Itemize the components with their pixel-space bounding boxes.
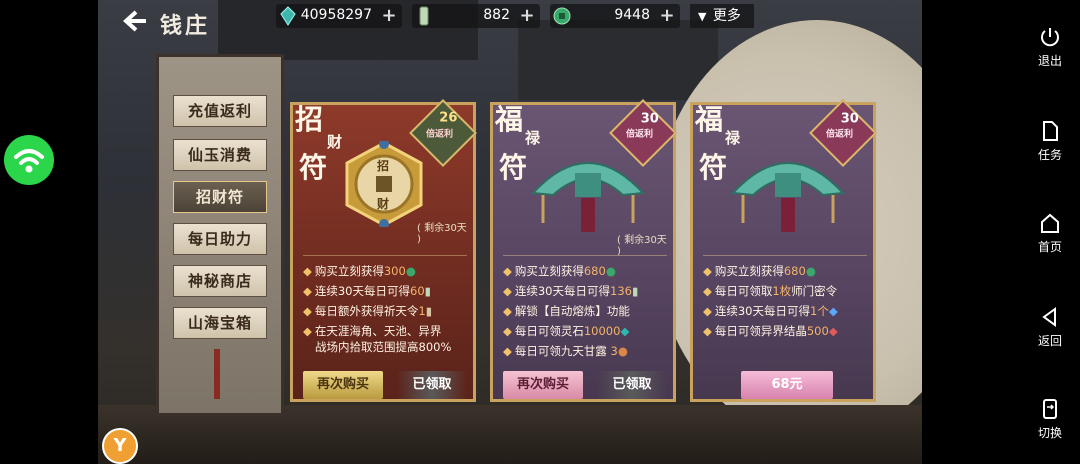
feature-line: ◆ 每日额外获得祈天令1▮	[303, 304, 433, 318]
remaining-days: ( 剩余30天 )	[617, 235, 667, 257]
resource-scroll-value: 882	[483, 7, 510, 23]
exit-label: 退出	[1037, 54, 1062, 68]
badge-multiplier: 30	[640, 111, 659, 127]
jade-pendant-icon	[723, 143, 853, 233]
coin-char-2: 财	[377, 197, 390, 211]
task-label: 任务	[1037, 148, 1062, 162]
feature-line: ◆ 每日可领取1枚师门密令	[703, 284, 838, 298]
claimed-button[interactable]: 已领取	[397, 371, 467, 399]
switch-icon	[1043, 399, 1057, 419]
home-icon	[1041, 213, 1059, 233]
page-title: 钱庄	[160, 13, 211, 39]
wifi-icon[interactable]	[4, 135, 54, 185]
dew-icon: ●	[617, 344, 628, 358]
return-label: 返回	[1037, 334, 1062, 348]
fortune-coin-icon: 招 财	[341, 139, 427, 229]
sidebar-item-jade-spend[interactable]: 仙玉消费	[173, 139, 267, 171]
resource-coin: 9448 +	[550, 4, 680, 28]
home-button[interactable]: 首页	[1030, 212, 1070, 255]
back-triangle-icon	[1042, 307, 1056, 327]
feature-line: ◆ 每日可领灵石10000◆	[503, 324, 630, 338]
rebuy-button[interactable]: 再次购买	[503, 371, 583, 399]
badge-label: 倍返利	[625, 129, 653, 140]
add-coin-button[interactable]: +	[658, 7, 676, 25]
card-title-char-1: 招	[295, 103, 324, 136]
home-label: 首页	[1037, 240, 1062, 254]
game-viewport: 钱庄 40958297 + 882 + 9448 + ▼ 更多 充值返利 仙玉消…	[98, 0, 922, 464]
badge-label: 倍返利	[425, 129, 453, 140]
coin-char-1: 招	[377, 159, 390, 173]
avatar[interactable]: Y	[102, 428, 138, 464]
feature-line: 战场内拾取范围提高800%	[315, 340, 452, 354]
feature-line: ◆ 购买立刻获得680●	[703, 264, 816, 278]
divider	[503, 255, 667, 256]
red-crystal-icon: ◆	[828, 324, 838, 338]
feature-line: ◆ 在天涯海角、天池、异界	[303, 324, 442, 338]
more-dropdown[interactable]: ▼ 更多	[690, 4, 754, 28]
jade-gem-icon	[280, 6, 296, 26]
rebuy-button[interactable]: 再次购买	[303, 371, 383, 399]
y-logo-icon: Y	[113, 435, 127, 456]
feature-line: ◆ 连续30天每日可得1个◆	[703, 304, 838, 318]
card-title-char-3: 符	[299, 151, 328, 184]
sidebar-panel: 充值返利 仙玉消费 招财符 每日助力 神秘商店 山海宝箱	[156, 54, 284, 416]
document-icon	[1043, 121, 1058, 141]
resource-coin-value: 9448	[614, 7, 650, 23]
scroll-token-icon	[419, 6, 429, 26]
card-title-char-1: 福	[495, 103, 524, 136]
claimed-button[interactable]: 已领取	[597, 371, 667, 399]
incense-icon: ▮	[425, 304, 433, 318]
sidebar-item-mystery-shop[interactable]: 神秘商店	[173, 265, 267, 297]
back-arrow-icon[interactable]	[122, 10, 148, 32]
more-label: 更多	[712, 8, 741, 24]
card-title-char-1: 福	[695, 103, 724, 136]
badge-multiplier: 26	[439, 110, 458, 126]
resource-scroll: 882 +	[412, 4, 540, 28]
feature-line: ◆ 连续30天每日可得60▮	[303, 284, 431, 298]
tassel-decoration	[214, 349, 220, 399]
card-blessing-talisman-b: 福 禄 符 30 倍返利 ◆ 购买立刻获得680● ◆ 每日可领取1枚师门密令 ◆ 连…	[690, 99, 877, 402]
sidebar-item-treasure-chest[interactable]: 山海宝箱	[173, 307, 267, 339]
top-bar: 钱庄 40958297 + 882 + 9448 + ▼ 更多	[98, 0, 922, 39]
sidebar-item-recharge-rebate[interactable]: 充值返利	[173, 95, 267, 127]
feature-line: ◆ 每日可领九天甘露 3●	[503, 344, 628, 358]
resource-jade: 40958297 +	[276, 4, 402, 28]
blue-crystal-icon: ◆	[828, 304, 838, 318]
remaining-days: ( 剩余30天 )	[417, 223, 467, 245]
task-button[interactable]: 任务	[1030, 120, 1070, 163]
scroll-token-icon: ▮	[631, 284, 639, 298]
sidebar-item-daily-boost[interactable]: 每日助力	[173, 223, 267, 255]
spirit-stone-icon: ◆	[620, 324, 630, 338]
divider	[703, 255, 867, 256]
scroll-token-icon: ▮	[424, 284, 431, 298]
badge-label: 倍返利	[825, 129, 853, 140]
power-icon	[1041, 28, 1059, 47]
feature-line: ◆ 购买立刻获得300●	[303, 264, 416, 278]
green-coin-icon: ●	[805, 264, 816, 278]
add-scroll-button[interactable]: +	[518, 7, 536, 25]
add-jade-button[interactable]: +	[380, 7, 398, 25]
feature-line: ◆ 连续30天每日可得136▮	[503, 284, 639, 298]
green-coin-icon: ●	[405, 264, 416, 278]
return-button[interactable]: 返回	[1030, 306, 1070, 349]
feature-line: ◆ 解锁【自动熔炼】功能	[503, 304, 630, 318]
card-fortune-talisman: 招 财 符 26 倍返利 招 财 ( 剩余30天 ) ◆ 购买立刻获得300● ◆…	[290, 99, 477, 402]
feature-line: ◆ 购买立刻获得680●	[503, 264, 616, 278]
feature-line: ◆ 每日可领异界结晶500◆	[703, 324, 838, 338]
resource-jade-value: 40958297	[300, 7, 372, 23]
sidebar-item-fortune-talisman[interactable]: 招财符	[173, 181, 267, 213]
green-coin-icon	[553, 7, 571, 25]
jade-pendant-icon	[523, 143, 653, 233]
badge-multiplier: 30	[840, 111, 859, 127]
left-black-bar	[0, 0, 98, 464]
divider	[303, 255, 467, 256]
switch-label: 切换	[1037, 426, 1062, 440]
buy-price-button[interactable]: 68元	[741, 371, 833, 399]
card-title-char-2: 财	[327, 133, 343, 151]
chevron-down-icon: ▼	[698, 10, 707, 23]
green-coin-icon: ●	[605, 264, 616, 278]
card-blessing-talisman-a: 福 禄 符 30 倍返利 ( 剩余30天 ) ◆ 购买立刻获得680● ◆ 连续30…	[490, 99, 677, 402]
exit-button[interactable]: 退出	[1030, 26, 1070, 69]
switch-button[interactable]: 切换	[1030, 398, 1070, 441]
